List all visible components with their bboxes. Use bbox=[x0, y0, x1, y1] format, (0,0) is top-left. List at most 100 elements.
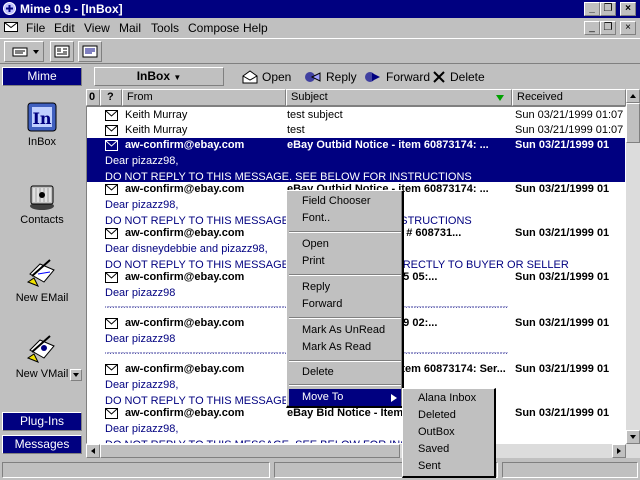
list-view-icon bbox=[12, 47, 39, 57]
menu-item-font[interactable]: Font.. bbox=[289, 210, 401, 227]
plugins-button[interactable]: Plug-Ins bbox=[2, 412, 82, 431]
menu-file[interactable]: File bbox=[26, 21, 45, 35]
view-dropdown-button[interactable] bbox=[4, 41, 44, 62]
menu-item-open[interactable]: Open bbox=[289, 236, 401, 253]
table-row[interactable]: Keith Murray test Sun 03/21/1999 01:07 bbox=[87, 123, 625, 138]
menu-tools[interactable]: Tools bbox=[151, 21, 179, 35]
app-icon bbox=[3, 2, 16, 15]
up-arrow-icon bbox=[630, 94, 636, 98]
row-received: Sun 03/21/1999 01:07 bbox=[515, 124, 624, 136]
vertical-scrollbar[interactable] bbox=[626, 89, 640, 444]
rolodex-icon bbox=[30, 185, 54, 210]
envelope-icon bbox=[105, 110, 118, 121]
menu-item-mark-unread[interactable]: Mark As UnRead bbox=[289, 322, 401, 339]
table-row[interactable]: aw-confirm@ebay.comeBay Bid Notice - Ite… bbox=[87, 406, 625, 443]
menu-edit[interactable]: Edit bbox=[54, 21, 75, 35]
scroll-left-button[interactable] bbox=[86, 444, 100, 458]
menu-compose[interactable]: Compose bbox=[188, 21, 239, 35]
row-from: Keith Murray bbox=[125, 124, 188, 136]
message-list-header: 0 ? From Subject Received bbox=[86, 89, 626, 106]
row-received: Sun 03/21/1999 01 bbox=[515, 183, 610, 195]
menu-item-mark-read[interactable]: Mark As Read bbox=[289, 339, 401, 356]
down-arrow-icon bbox=[73, 373, 79, 377]
menu-separator bbox=[289, 274, 401, 276]
submenu-item-saved[interactable]: Saved bbox=[405, 441, 493, 458]
envelope-icon bbox=[105, 272, 118, 283]
row-received: Sun 03/21/1999 01:07 bbox=[515, 109, 624, 121]
maximize-button[interactable]: ❐ bbox=[600, 2, 616, 16]
mdi-minimize-button[interactable]: _ bbox=[584, 21, 600, 35]
table-row[interactable]: Keith Murray test subject Sun 03/21/1999 0… bbox=[87, 108, 625, 123]
submenu-item-deleted[interactable]: Deleted bbox=[405, 407, 493, 424]
forward-label: Forward bbox=[386, 70, 431, 84]
menu-item-delete[interactable]: Delete bbox=[289, 364, 401, 381]
reply-label: Reply bbox=[326, 70, 357, 84]
sidebar-item-label: Contacts bbox=[20, 214, 64, 226]
status-pane-main bbox=[2, 462, 270, 478]
row-subject: test bbox=[287, 124, 305, 136]
row-from: aw-confirm@ebay.com bbox=[125, 183, 245, 195]
submenu-arrow-icon bbox=[391, 394, 397, 402]
delete-x-icon bbox=[433, 71, 445, 83]
table-row[interactable]: aw-confirm@ebay.com eBay Outbid Notice - … bbox=[87, 138, 625, 183]
sidebar-item-new-email[interactable]: New EMail bbox=[0, 256, 84, 304]
menu-item-move-to-label: Move To bbox=[302, 391, 344, 403]
chevron-down-icon: ▼ bbox=[173, 73, 182, 82]
address-book-button[interactable] bbox=[50, 41, 74, 62]
menu-item-field-chooser[interactable]: Field Chooser bbox=[289, 193, 401, 210]
row-from: aw-confirm@ebay.com bbox=[125, 407, 245, 419]
submenu-item-outbox[interactable]: OutBox bbox=[405, 424, 493, 441]
menu-mail[interactable]: Mail bbox=[119, 21, 141, 35]
folder-selector[interactable]: InBox ▼ bbox=[94, 67, 224, 86]
menu-item-move-to[interactable]: Move To bbox=[289, 389, 401, 406]
column-from[interactable]: From bbox=[122, 89, 286, 106]
scroll-down-button[interactable] bbox=[626, 430, 640, 444]
column-status[interactable]: ? bbox=[100, 89, 122, 106]
mdi-restore-button[interactable]: ❐ bbox=[600, 21, 616, 35]
menu-item-forward[interactable]: Forward bbox=[289, 296, 401, 313]
envelope-icon bbox=[105, 408, 118, 419]
mdi-close-button[interactable]: × bbox=[620, 21, 636, 35]
sidebar-scroll-down-button[interactable] bbox=[70, 369, 82, 381]
reply-button[interactable]: Reply bbox=[304, 68, 357, 86]
menu-item-print[interactable]: Print bbox=[289, 253, 401, 270]
horizontal-scrollbar[interactable] bbox=[86, 444, 640, 458]
sort-descending-icon bbox=[496, 95, 504, 101]
column-received[interactable]: Received bbox=[512, 89, 626, 106]
close-button[interactable]: × bbox=[620, 2, 636, 16]
column-subject[interactable]: Subject bbox=[286, 89, 512, 106]
envelope-icon bbox=[105, 228, 118, 239]
address-card-icon bbox=[54, 45, 70, 58]
row-from: aw-confirm@ebay.com bbox=[125, 271, 245, 283]
row-received: Sun 03/21/1999 01 bbox=[515, 271, 610, 283]
envelope-icon[interactable] bbox=[4, 21, 18, 33]
title-bar[interactable]: Mime 0.9 - [InBox] _ ❐ × bbox=[0, 0, 640, 18]
sidebar-item-inbox[interactable]: In InBox bbox=[0, 100, 84, 148]
options-button[interactable] bbox=[78, 41, 102, 62]
messages-button[interactable]: Messages bbox=[2, 435, 82, 454]
new-vmail-icon bbox=[26, 335, 55, 363]
options-icon bbox=[82, 45, 98, 58]
row-subject: test subject bbox=[287, 109, 343, 121]
menu-help[interactable]: Help bbox=[243, 21, 268, 35]
sidebar-header[interactable]: Mime bbox=[2, 67, 82, 86]
menu-item-reply[interactable]: Reply bbox=[289, 279, 401, 296]
horizontal-scroll-thumb[interactable] bbox=[100, 444, 400, 458]
submenu-item-sent[interactable]: Sent bbox=[405, 458, 493, 475]
right-arrow-icon bbox=[617, 448, 621, 454]
minimize-button[interactable]: _ bbox=[584, 2, 600, 16]
row-from: aw-confirm@ebay.com bbox=[125, 363, 245, 375]
open-button[interactable]: Open bbox=[242, 68, 291, 86]
down-arrow-icon bbox=[630, 435, 636, 439]
delete-button[interactable]: Delete bbox=[432, 68, 485, 86]
column-attachment[interactable]: 0 bbox=[86, 89, 100, 106]
menu-view[interactable]: View bbox=[84, 21, 110, 35]
row-received: Sun 03/21/1999 01 bbox=[515, 139, 610, 151]
scroll-up-button[interactable] bbox=[626, 89, 640, 103]
vertical-scroll-thumb[interactable] bbox=[626, 103, 640, 143]
submenu-item-alana-inbox[interactable]: Alana Inbox bbox=[405, 390, 493, 407]
sidebar-item-contacts[interactable]: Contacts bbox=[0, 178, 84, 226]
scroll-right-button[interactable] bbox=[612, 444, 626, 458]
envelope-icon bbox=[105, 364, 118, 375]
forward-button[interactable]: Forward bbox=[364, 68, 430, 86]
